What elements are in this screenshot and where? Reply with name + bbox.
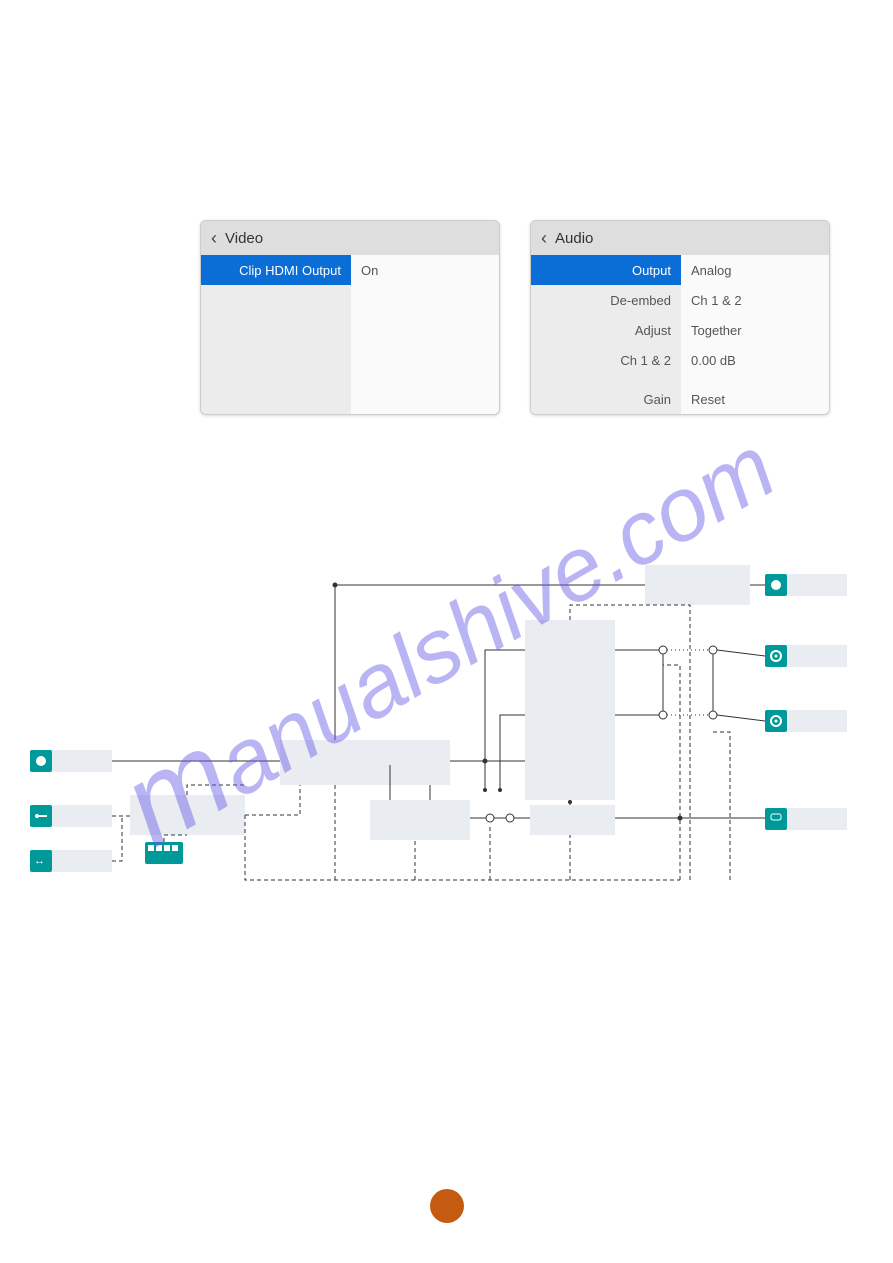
audio-row-2-value[interactable]: Together bbox=[681, 315, 829, 345]
page-number-dot bbox=[430, 1189, 464, 1223]
audio-panel: ‹ Audio Output De-embed Adjust Ch 1 & 2 … bbox=[530, 220, 830, 415]
svg-text:↔: ↔ bbox=[34, 855, 45, 867]
audio-row-0-value[interactable]: Analog bbox=[681, 255, 829, 285]
chevron-left-icon: ‹ bbox=[211, 228, 217, 249]
chevron-left-icon: ‹ bbox=[541, 228, 547, 249]
audio-row-1-label[interactable]: De-embed bbox=[531, 285, 681, 315]
audio-row-3-label[interactable]: Ch 1 & 2 bbox=[531, 345, 681, 375]
block-diagram: ↔ bbox=[30, 550, 860, 910]
audio-row-2-label[interactable]: Adjust bbox=[531, 315, 681, 345]
video-row-value[interactable]: On bbox=[351, 255, 499, 285]
audio-panel-header[interactable]: ‹ Audio bbox=[531, 221, 829, 255]
video-panel-header[interactable]: ‹ Video bbox=[201, 221, 499, 255]
video-panel-title: Video bbox=[225, 230, 263, 247]
audio-row-4-label[interactable]: Gain bbox=[531, 384, 681, 414]
audio-row-4-value[interactable]: Reset bbox=[681, 384, 829, 414]
audio-row-3-value[interactable]: 0.00 dB bbox=[681, 345, 829, 375]
video-panel: ‹ Video Clip HDMI Output On bbox=[200, 220, 500, 415]
video-row-label[interactable]: Clip HDMI Output bbox=[201, 255, 351, 285]
menu-panels: ‹ Video Clip HDMI Output On ‹ Audio Outp… bbox=[200, 220, 830, 415]
audio-row-0-label[interactable]: Output bbox=[531, 255, 681, 285]
audio-panel-title: Audio bbox=[555, 230, 593, 247]
audio-row-1-value[interactable]: Ch 1 & 2 bbox=[681, 285, 829, 315]
